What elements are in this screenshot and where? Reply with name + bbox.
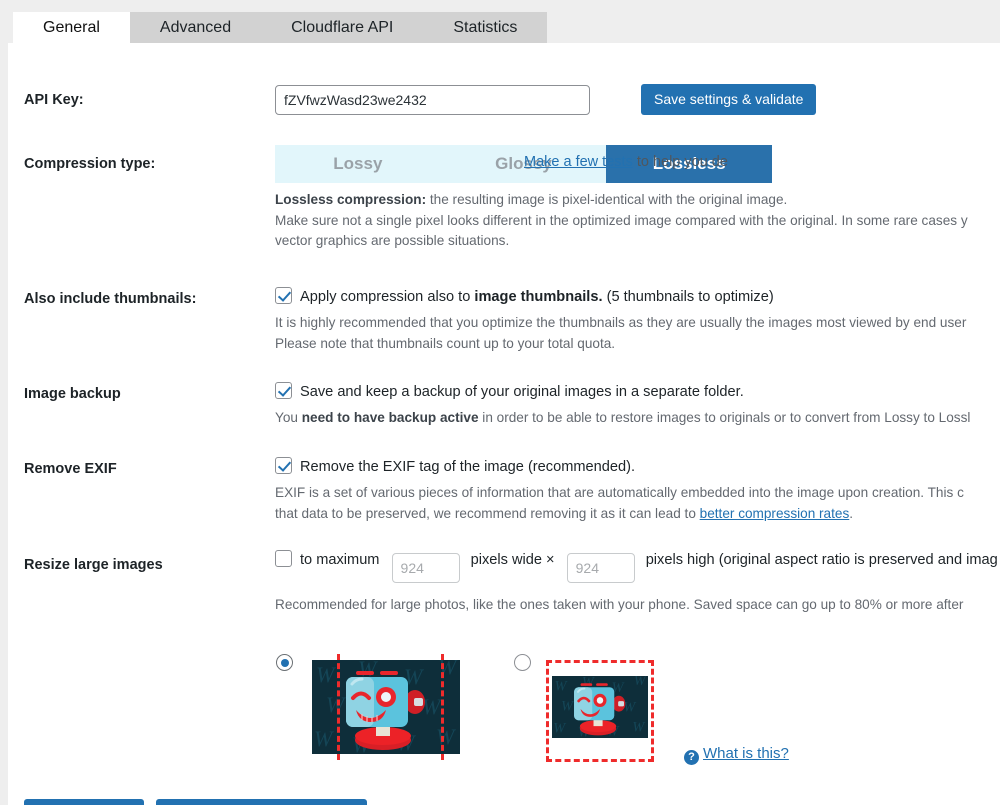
resize-label: Resize large images — [24, 557, 163, 573]
svg-text:W: W — [422, 694, 442, 719]
thumbnails-desc-line1: It is highly recommended that you optimi… — [275, 315, 967, 330]
robot-image-large: WWW WWW WWW WW — [312, 660, 460, 754]
tab-bar: General Advanced Cloudflare API Statisti… — [0, 0, 1000, 43]
row-remove-exif: Remove EXIF Remove the EXIF tag of the i… — [8, 451, 1000, 523]
svg-text:W: W — [632, 719, 646, 735]
backup-desc-bold: need to have backup active — [301, 410, 479, 425]
compression-type-label: Compression type: — [24, 156, 156, 172]
resize-checkbox-line: to maximum pixels wide × pixels high (or… — [275, 550, 998, 583]
exif-desc-line2: that data to be preserved, we recommend … — [275, 504, 964, 525]
preview-image-scale[interactable]: WWW WWW WWW WW — [552, 676, 648, 738]
row-image-backup: Image backup Save and keep a backup of y… — [8, 376, 1000, 432]
thumbnails-checkbox-line: Apply compression also to image thumbnai… — [275, 287, 966, 305]
crop-line-right — [441, 654, 444, 760]
image-backup-checkbox[interactable] — [275, 382, 292, 399]
question-mark-icon: ? — [684, 750, 699, 765]
svg-text:W: W — [555, 678, 569, 694]
save-and-go-to-bulk-process-button[interactable]: Save and Go to Bulk Process — [156, 799, 368, 805]
compression-desc-rest: the resulting image is pixel-identical w… — [426, 192, 788, 207]
remove-exif-label: Remove EXIF — [24, 461, 117, 477]
resize-text-before: to maximum — [300, 552, 380, 568]
exif-checkbox-text: Remove the EXIF tag of the image (recomm… — [300, 459, 636, 475]
thumbnails-checkbox-text-bold: image thumbnails. — [474, 289, 603, 305]
row-resize-large-images: Resize large images to maximum pixels wi… — [8, 546, 1000, 612]
compression-desc-line2: Make sure not a single pixel looks diffe… — [275, 212, 968, 228]
compression-option-lossy[interactable]: Lossy — [275, 145, 441, 183]
remove-exif-checkbox[interactable] — [275, 457, 292, 474]
resize-large-images-checkbox[interactable] — [275, 550, 292, 567]
api-key-input[interactable] — [275, 85, 590, 115]
svg-text:W: W — [634, 676, 648, 689]
exif-desc-line2-pre: that data to be preserved, we recommend … — [275, 505, 700, 521]
compression-desc-strong: Lossless compression: — [275, 192, 427, 207]
tab-statistics[interactable]: Statistics — [423, 12, 548, 43]
svg-text:W: W — [326, 692, 346, 717]
better-compression-rates-link[interactable]: better compression rates — [700, 506, 850, 521]
resize-width-input[interactable] — [391, 553, 460, 583]
tab-advanced[interactable]: Advanced — [129, 12, 262, 43]
svg-text:W: W — [623, 700, 637, 716]
settings-panel: API Key: Save settings & validate Compre… — [8, 43, 1000, 805]
resize-text-after: pixels high (original aspect ratio is pr… — [645, 552, 998, 568]
image-backup-label: Image backup — [24, 386, 121, 402]
preview-option-crop-radio[interactable] — [276, 654, 293, 671]
thumbnails-desc-line2: Please note that thumbnails count up to … — [275, 335, 616, 351]
what-is-this-link[interactable]: What is this? — [703, 745, 789, 762]
svg-text:W: W — [561, 698, 575, 714]
preview-option-scale-radio[interactable] — [514, 654, 531, 671]
compression-desc-line3: vector graphics are possible situations. — [275, 233, 510, 248]
footer-actions: Save Changes Save and Go to Bulk Process — [24, 799, 375, 805]
tab-list: General Advanced Cloudflare API Statisti… — [13, 12, 548, 43]
backup-checkbox-text: Save and keep a backup of your original … — [300, 384, 744, 400]
crop-line-left — [337, 654, 340, 760]
api-key-label: API Key: — [24, 92, 84, 108]
resize-text-middle: pixels wide × — [470, 552, 555, 568]
thumbnails-checkbox[interactable] — [275, 287, 292, 304]
exif-desc-line2-post: . — [849, 505, 854, 521]
resize-preview-area: WWW WWW WWW WW W W W W ? What is this? — [8, 608, 1000, 765]
robot-image-small: WWW WWW WWW WW — [552, 676, 648, 738]
preview-image-crop[interactable]: WWW WWW WWW WW — [312, 660, 460, 754]
save-settings-validate-button[interactable]: Save settings & validate — [641, 84, 817, 116]
row-api-key: API Key: Save settings & validate — [8, 81, 1000, 127]
compression-tests-note: Make a few tests to help you de — [524, 154, 728, 170]
svg-text:W: W — [436, 724, 456, 749]
svg-text:W: W — [553, 721, 567, 737]
svg-text:W: W — [316, 662, 336, 687]
compression-description: Lossless compression: the resulting imag… — [275, 190, 968, 252]
backup-desc-post: in order to be able to restore images to… — [478, 410, 971, 425]
thumbnails-checkbox-text-2: (5 thumbnails to optimize) — [602, 289, 774, 305]
save-changes-button[interactable]: Save Changes — [24, 799, 144, 805]
backup-description: You need to have backup active in order … — [275, 408, 970, 429]
settings-page: General Advanced Cloudflare API Statisti… — [0, 0, 1000, 805]
exif-desc-line1: EXIF is a set of various pieces of infor… — [275, 485, 964, 500]
resize-height-input[interactable] — [566, 553, 635, 583]
tab-cloudflare-api[interactable]: Cloudflare API — [261, 12, 424, 43]
what-is-this-row: ? What is this? — [684, 745, 789, 765]
compression-note-rest: to help you de — [632, 154, 728, 170]
tab-general[interactable]: General — [13, 12, 130, 43]
thumbnails-checkbox-text-1: Apply compression also to — [300, 289, 475, 305]
backup-desc-pre: You — [275, 410, 302, 425]
thumbnails-label: Also include thumbnails: — [24, 291, 197, 307]
make-a-few-tests-link[interactable]: Make a few tests — [524, 154, 633, 170]
row-compression-type: Compression type: Lossy Glossy Lossless … — [8, 145, 1000, 255]
row-thumbnails: Also include thumbnails: Apply compressi… — [8, 281, 1000, 353]
exif-checkbox-line: Remove the EXIF tag of the image (recomm… — [275, 457, 964, 475]
svg-text:W: W — [314, 726, 334, 751]
backup-checkbox-line: Save and keep a backup of your original … — [275, 382, 970, 400]
